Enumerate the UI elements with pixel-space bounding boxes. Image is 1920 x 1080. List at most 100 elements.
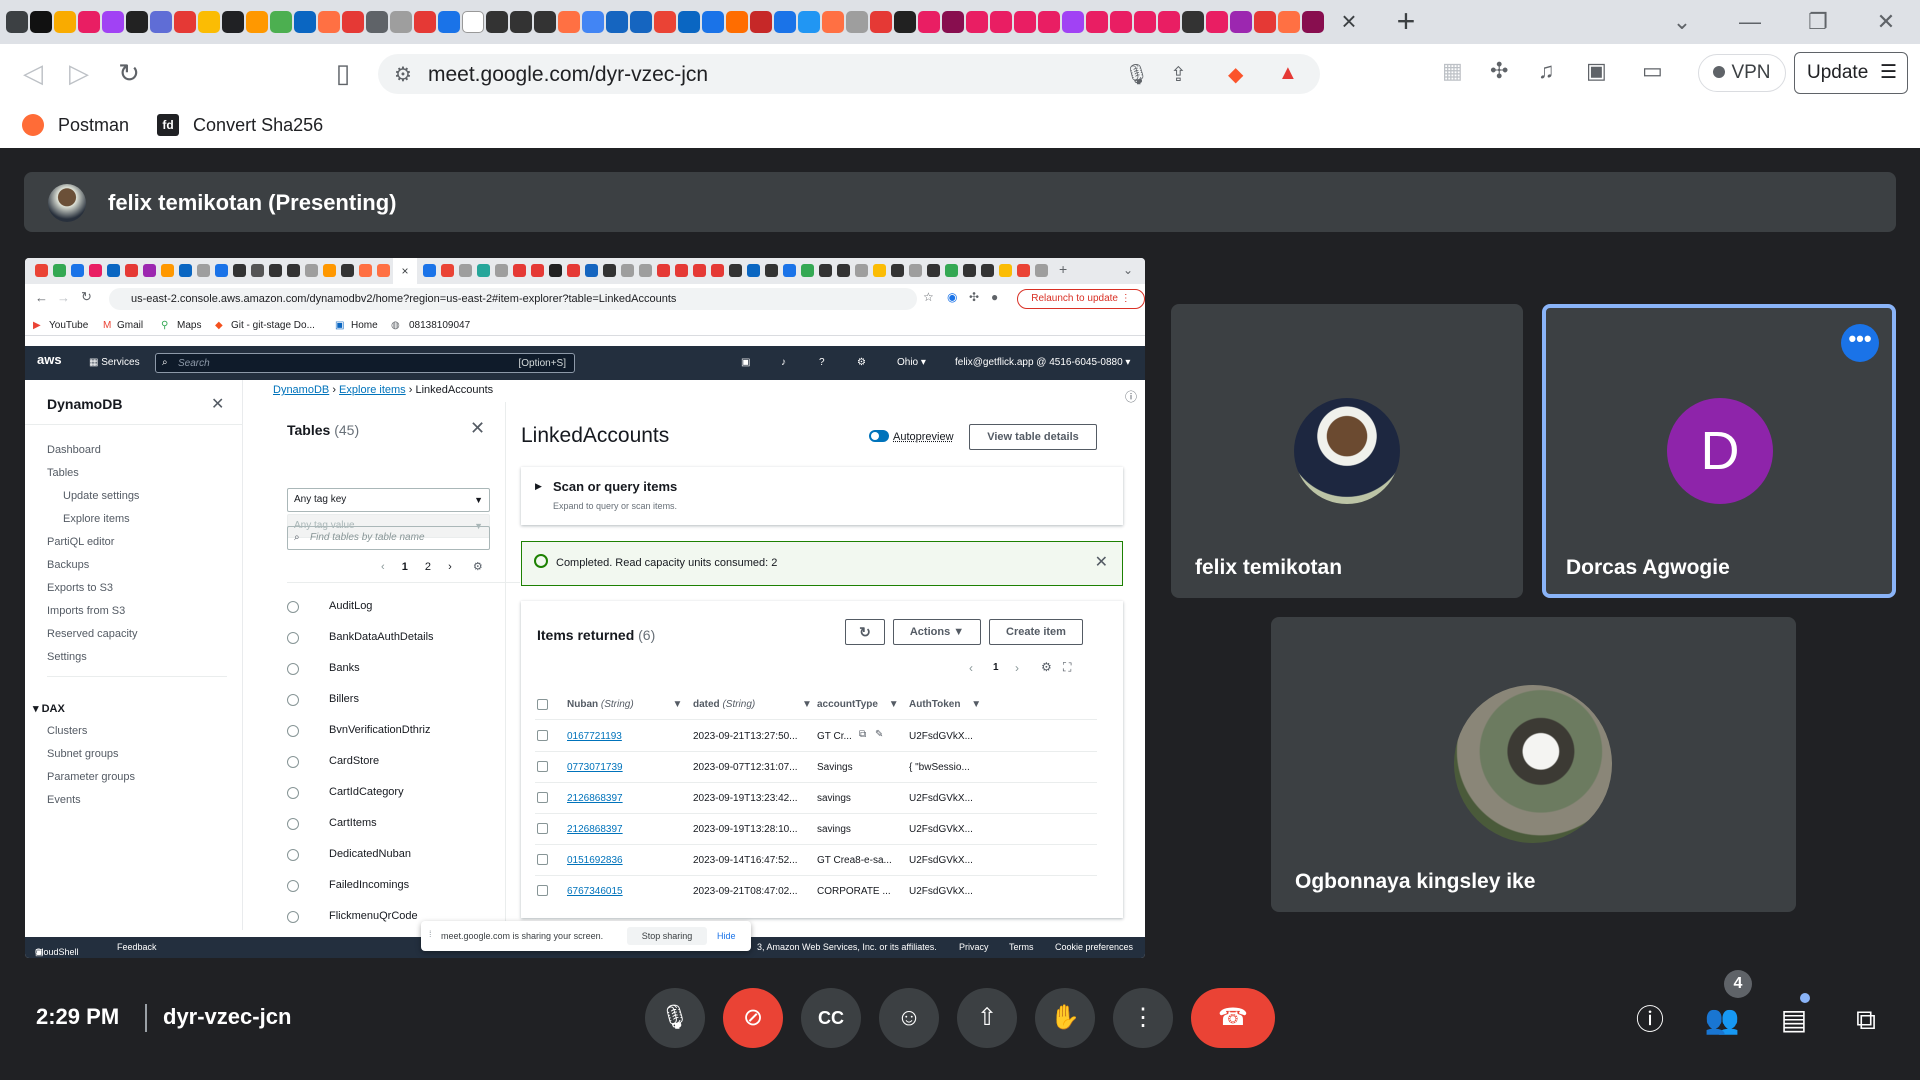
tab-favicon[interactable] [606,11,628,33]
minimize-icon[interactable]: — [1716,9,1784,35]
meeting-info-icon[interactable]: ⓘ [1630,1000,1670,1040]
bookmark-icon[interactable]: ▯ [328,58,358,88]
tab-favicon[interactable] [1086,11,1108,33]
tab-favicon[interactable] [870,11,892,33]
site-settings-icon[interactable]: ⚙ [394,62,412,87]
sidebar-icon[interactable]: ▣ [1586,58,1607,84]
microphone-icon[interactable]: 🎙 [1124,62,1149,87]
tab-favicon[interactable] [78,11,100,33]
reload-icon[interactable]: ↻ [114,58,144,88]
tab-favicon[interactable] [462,11,484,33]
more-options-button[interactable]: ⋮ [1113,988,1173,1048]
tab-favicon[interactable] [510,11,532,33]
tab-favicon[interactable] [702,11,724,33]
reactions-button[interactable]: ☺ [879,988,939,1048]
forward-icon[interactable]: ▷ [64,58,94,88]
tab-favicon[interactable] [1230,11,1252,33]
tab-favicon[interactable] [1134,11,1156,33]
tab-favicon[interactable] [1038,11,1060,33]
tab-favicon[interactable] [222,11,244,33]
restore-icon[interactable]: ❐ [1784,9,1852,35]
bookmark-postman[interactable]: Postman [22,114,129,136]
tab-favicon[interactable] [1158,11,1180,33]
camera-off-button[interactable]: ⊘ [723,988,783,1048]
tab-favicon[interactable] [966,11,988,33]
tab-favicon[interactable] [6,11,28,33]
tab-favicon[interactable] [270,11,292,33]
tab-favicon[interactable] [1110,11,1132,33]
extension-icon[interactable]: ▦ [1442,58,1463,84]
tab-favicon[interactable] [822,11,844,33]
tab-favicon[interactable] [1014,11,1036,33]
tab-favicon[interactable] [366,11,388,33]
music-icon[interactable]: ♫ [1538,58,1555,84]
update-button[interactable]: Update ☰ [1794,52,1908,94]
address-url[interactable]: meet.google.com/dyr-vzec-jcn [428,63,708,87]
vpn-button[interactable]: VPN [1698,54,1786,92]
tab-favicon[interactable] [318,11,340,33]
microphone-button[interactable]: 🎙 [645,988,705,1048]
new-tab-icon[interactable]: + [1386,2,1426,42]
tab-favicon[interactable] [534,11,556,33]
chevron-down-icon[interactable]: ⌄ [1648,9,1716,35]
tab-favicon[interactable] [294,11,316,33]
present-button[interactable]: ⇧ [957,988,1017,1048]
tab-favicon[interactable] [942,11,964,33]
tab-favicon[interactable] [726,11,748,33]
tab-favicon[interactable] [894,11,916,33]
share-icon[interactable]: ⇪ [1170,62,1187,87]
tab-favicon[interactable] [1206,11,1228,33]
chat-icon[interactable]: ▤ [1774,1000,1814,1040]
refresh-button: ↻ [845,619,885,645]
people-icon[interactable]: 👥 [1702,1000,1742,1040]
tab-favicon[interactable] [102,11,124,33]
address-bar[interactable]: ⚙ meet.google.com/dyr-vzec-jcn 🎙 ⇪ ◆ ▲ [378,54,1320,94]
captions-button[interactable]: CC [801,988,861,1048]
wallet-icon[interactable]: ▭ [1642,58,1663,84]
tab-favicon[interactable] [750,11,772,33]
brave-rewards-icon[interactable]: ▲ [1278,62,1298,85]
tab-favicon[interactable] [990,11,1012,33]
bookmark-convert-sha256[interactable]: fd Convert Sha256 [157,114,323,136]
tab-favicon[interactable] [1278,11,1300,33]
tab-favicon[interactable] [1062,11,1084,33]
tab-favicon[interactable] [342,11,364,33]
tab-favicon[interactable] [126,11,148,33]
brave-shield-icon[interactable]: ◆ [1228,62,1243,87]
more-options-icon[interactable]: ••• [1841,324,1879,362]
tab-favicon[interactable] [1302,11,1324,33]
raise-hand-button[interactable]: ✋ [1035,988,1095,1048]
participant-tile-dorcas[interactable]: D ••• Dorcas Agwogie [1542,304,1896,598]
tab-favicon[interactable] [174,11,196,33]
tab-favicon[interactable] [1254,11,1276,33]
puzzle-icon[interactable]: ✣ [1490,58,1508,84]
tab-favicon[interactable] [846,11,868,33]
leave-call-button[interactable]: ☎ [1191,988,1275,1048]
close-window-icon[interactable]: ✕ [1852,9,1920,35]
tab-favicon[interactable] [390,11,412,33]
tab-favicon[interactable] [30,11,52,33]
tab-favicon[interactable] [558,11,580,33]
participant-tile-ogbonnaya[interactable]: Ogbonnaya kingsley ike [1271,617,1796,912]
tab-favicon[interactable] [198,11,220,33]
tab-favicon[interactable] [798,11,820,33]
tab-favicon[interactable] [486,11,508,33]
table-list-item: Billers [287,685,490,716]
tab-favicon[interactable] [654,11,676,33]
tab-favicon[interactable] [678,11,700,33]
tab-favicon[interactable] [54,11,76,33]
close-tab-icon[interactable]: × [1332,5,1366,39]
tab-favicon[interactable] [414,11,436,33]
tab-favicon[interactable] [630,11,652,33]
radio-button [287,787,299,799]
tab-favicon[interactable] [150,11,172,33]
tab-favicon[interactable] [774,11,796,33]
activities-icon[interactable]: ⧉ [1846,1000,1886,1040]
back-icon[interactable]: ◁ [18,58,48,88]
tab-favicon[interactable] [582,11,604,33]
tab-favicon[interactable] [438,11,460,33]
participant-tile-felix[interactable]: felix temikotan [1171,304,1523,598]
tab-favicon[interactable] [918,11,940,33]
tab-favicon[interactable] [1182,11,1204,33]
tab-favicon[interactable] [246,11,268,33]
